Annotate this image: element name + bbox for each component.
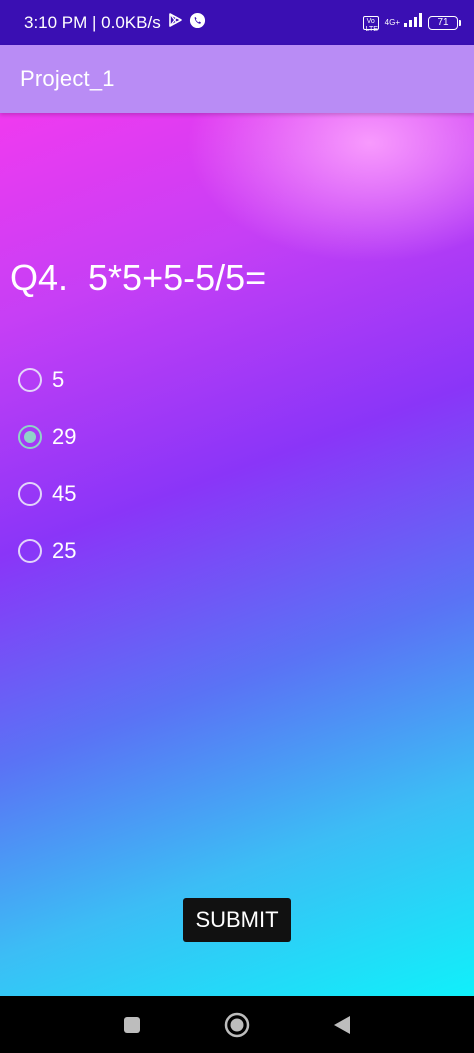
back-icon[interactable] bbox=[322, 1005, 362, 1045]
option-label: 25 bbox=[52, 537, 77, 563]
answer-option-4[interactable]: 25 bbox=[18, 522, 76, 579]
option-label: 29 bbox=[52, 423, 77, 449]
status-left: 3:10 PM | 0.0KB/s bbox=[24, 12, 206, 34]
app-bar: Project_1 bbox=[0, 45, 474, 113]
question-text: Q4. 5*5+5-5/5= bbox=[10, 257, 267, 298]
navigation-bar bbox=[0, 996, 474, 1053]
option-label: 45 bbox=[52, 480, 77, 506]
option-label: 5 bbox=[52, 366, 65, 392]
status-time-speed: 3:10 PM | 0.0KB/s bbox=[24, 12, 161, 32]
status-right: Vo LTE 4G+ 71 bbox=[362, 13, 461, 33]
battery-level: 71 bbox=[437, 17, 449, 28]
network-type: 4G+ bbox=[384, 18, 400, 27]
recents-icon[interactable] bbox=[112, 1005, 152, 1045]
whatsapp-icon bbox=[189, 12, 206, 34]
answer-option-3[interactable]: 45 bbox=[18, 465, 76, 522]
signal-icon bbox=[404, 13, 422, 32]
play-store-icon bbox=[167, 12, 183, 33]
screen: 3:10 PM | 0.0KB/s Vo LTE 4G+ 71 Project_… bbox=[0, 0, 474, 1053]
status-bar: 3:10 PM | 0.0KB/s Vo LTE 4G+ 71 bbox=[0, 0, 474, 45]
app-title: Project_1 bbox=[20, 66, 115, 91]
radio-button[interactable] bbox=[18, 481, 42, 506]
battery-icon: 71 bbox=[428, 15, 461, 30]
home-icon[interactable] bbox=[217, 1005, 257, 1045]
answer-option-2[interactable]: 29 bbox=[18, 408, 76, 465]
radio-button[interactable] bbox=[18, 538, 42, 563]
answer-option-1[interactable]: 5 bbox=[18, 351, 76, 408]
answer-radio-group: 5 29 45 25 bbox=[18, 351, 76, 579]
radio-button-selected[interactable] bbox=[18, 424, 42, 449]
radio-button[interactable] bbox=[18, 367, 42, 392]
submit-button[interactable]: SUBMIT bbox=[183, 898, 291, 942]
quiz-content: Q4. 5*5+5-5/5= 5 29 45 25 SUBMIT bbox=[0, 113, 474, 996]
volte-icon: Vo LTE bbox=[362, 15, 379, 33]
